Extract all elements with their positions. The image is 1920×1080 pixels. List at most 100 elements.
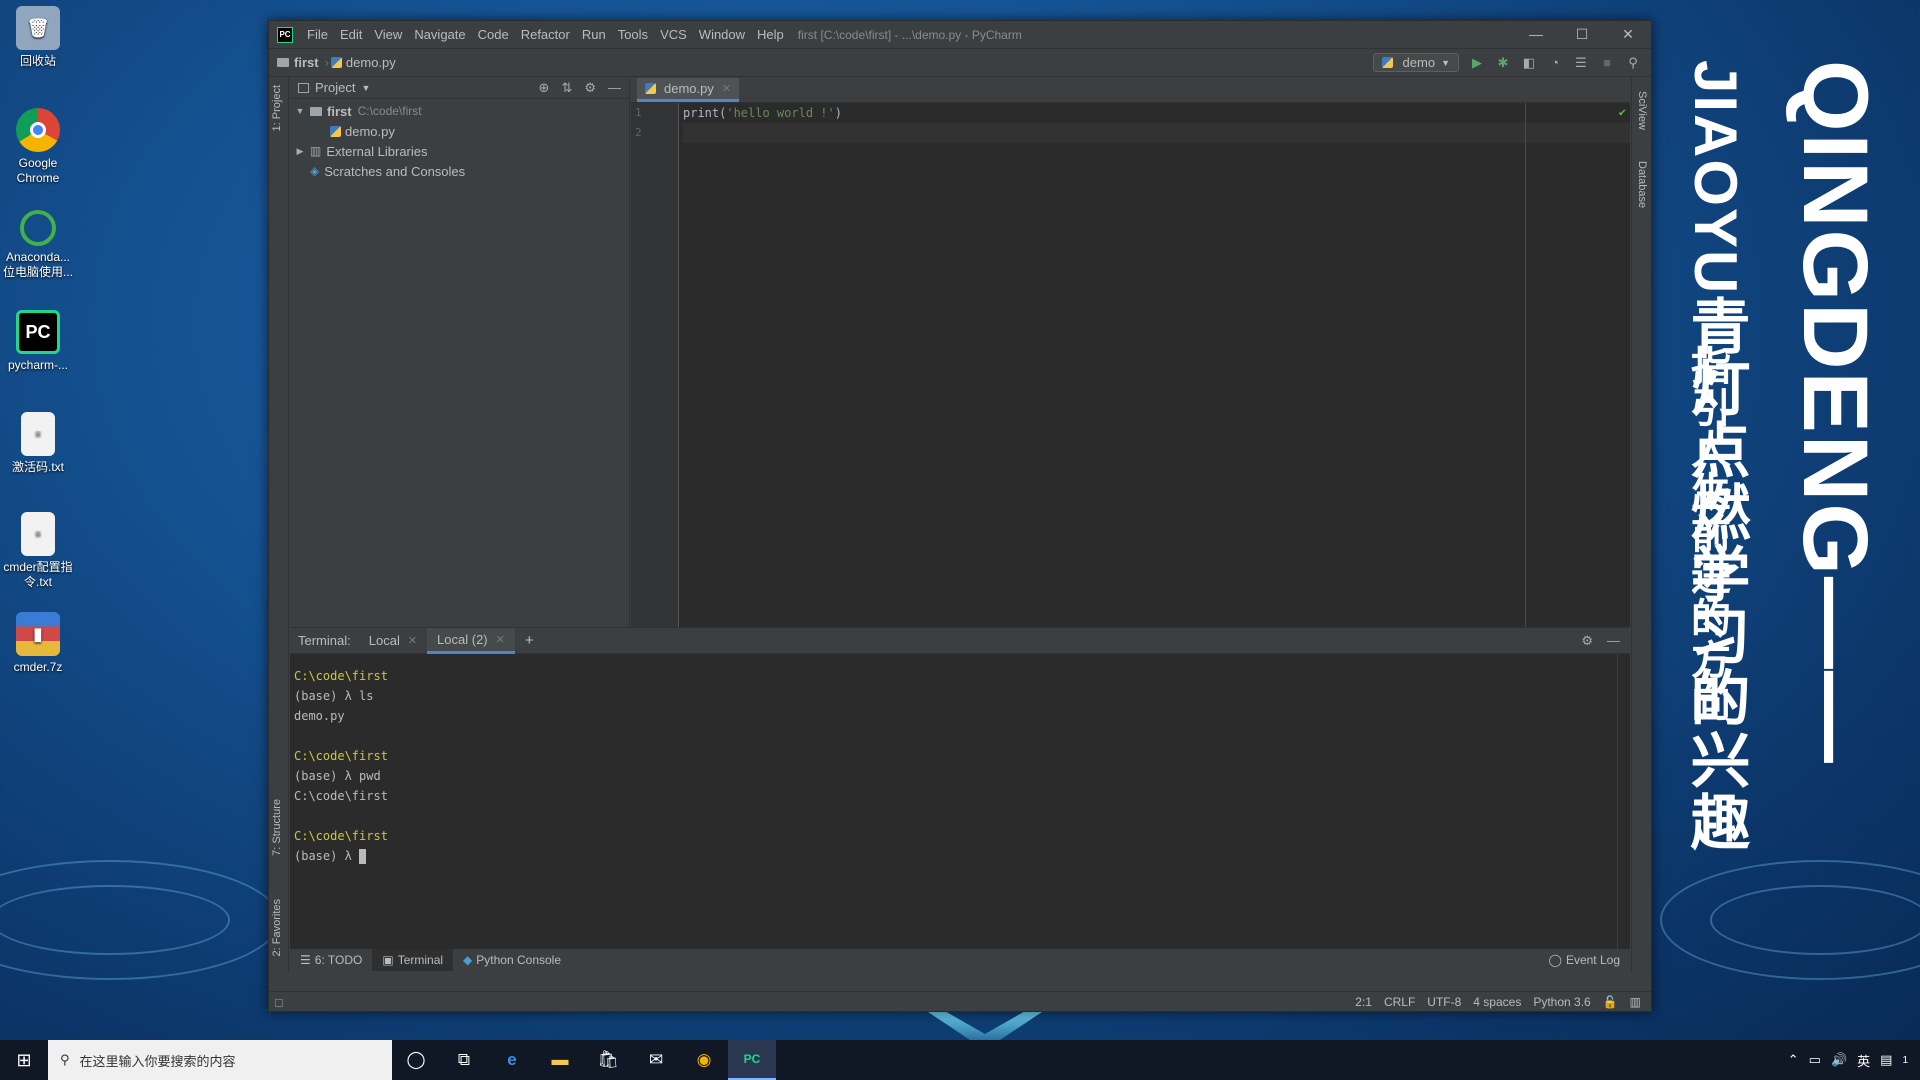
gear-icon[interactable]: ⚙: [1581, 633, 1593, 649]
close-button[interactable]: ✕: [1605, 26, 1651, 43]
desktop-cmder-config-txt[interactable]: ≡ cmder配置指令.txt: [2, 512, 74, 590]
profile-icon[interactable]: ◔: [1547, 55, 1563, 71]
terminal-tools: ⚙ —: [1581, 633, 1630, 649]
terminal-tab-local-2[interactable]: Local (2) ✕: [427, 627, 515, 654]
menu-refactor[interactable]: Refactor: [515, 27, 576, 42]
tree-item-demo-py[interactable]: demo.py: [290, 121, 629, 141]
code-area[interactable]: 1 2 print('hello world !') ✔: [631, 103, 1630, 627]
desktop-pycharm[interactable]: PC pycharm-...: [2, 310, 74, 373]
tool-terminal[interactable]: ▣ Terminal: [372, 949, 454, 971]
chevron-down-icon: ▼: [1441, 57, 1450, 68]
tree-item-scratches[interactable]: ◈ Scratches and Consoles: [290, 161, 629, 181]
interpreter-selector[interactable]: Python 3.6: [1533, 995, 1590, 1009]
desktop-google-chrome[interactable]: Google Chrome: [2, 108, 74, 186]
memory-indicator-icon[interactable]: ▥: [1630, 995, 1641, 1009]
menu-run[interactable]: Run: [576, 27, 612, 42]
notification-icon[interactable]: ▤: [1880, 1052, 1892, 1068]
inspection-ok-icon[interactable]: ✔: [1619, 105, 1626, 119]
breadcrumb-project[interactable]: first: [294, 55, 319, 70]
coverage-icon[interactable]: ◧: [1521, 55, 1537, 71]
pycharm-taskbar-icon[interactable]: PC: [728, 1040, 776, 1080]
run-toolbar: demo ▼ ▶ ✱ ◧ ◔ ☰ ■ ⚲: [1372, 53, 1651, 72]
terminal-prompt: (base) λ: [294, 849, 360, 863]
run-icon[interactable]: ▶: [1469, 55, 1485, 71]
hide-icon[interactable]: —: [608, 80, 621, 96]
volume-icon[interactable]: 🔊: [1831, 1052, 1847, 1068]
indent-setting[interactable]: 4 spaces: [1473, 995, 1521, 1009]
menu-code[interactable]: Code: [472, 27, 515, 42]
toggle-tool-windows-icon[interactable]: ◻: [269, 995, 289, 1009]
chrome-taskbar-icon[interactable]: ◉: [680, 1040, 728, 1080]
pycharm-window: PC File Edit View Navigate Code Refactor…: [268, 20, 1652, 1012]
close-icon[interactable]: ✕: [722, 82, 731, 95]
terminal-tab-local[interactable]: Local ✕: [359, 628, 427, 654]
status-items: 2:1 CRLF UTF-8 4 spaces Python 3.6 🔓 ▥: [1355, 995, 1651, 1009]
desktop-activation-txt[interactable]: ≡ 激活码.txt: [2, 412, 74, 475]
tab-structure[interactable]: 7: Structure: [271, 799, 283, 856]
python-file-icon: [330, 57, 342, 68]
stop-icon[interactable]: ■: [1599, 55, 1615, 71]
menu-window[interactable]: Window: [693, 27, 751, 42]
menu-help[interactable]: Help: [751, 27, 790, 42]
menu-edit[interactable]: Edit: [334, 27, 368, 42]
menu-navigate[interactable]: Navigate: [408, 27, 471, 42]
run-config-select[interactable]: demo ▼: [1372, 53, 1459, 72]
network-icon[interactable]: ▭: [1809, 1052, 1821, 1068]
editor-tab-bar: demo.py ✕: [631, 77, 1630, 103]
desktop-anaconda[interactable]: Anaconda... 位电脑使用...: [2, 210, 74, 280]
code-line: print('hello world !'): [683, 103, 1630, 123]
task-view-icon[interactable]: ⧉: [440, 1040, 488, 1080]
menu-file[interactable]: File: [301, 27, 334, 42]
tab-database[interactable]: Database: [1636, 161, 1648, 208]
close-icon[interactable]: ✕: [408, 634, 417, 647]
locate-icon[interactable]: ⊕: [539, 80, 550, 96]
terminal-scrollbar[interactable]: [1617, 654, 1618, 949]
breadcrumb-file[interactable]: demo.py: [346, 55, 396, 70]
file-encoding[interactable]: UTF-8: [1427, 995, 1461, 1009]
tree-item-first[interactable]: ▼ first C:\code\first: [290, 101, 629, 121]
expand-arrow-icon[interactable]: ▶: [294, 146, 306, 157]
tool-python-console[interactable]: ◆ Python Console: [453, 949, 571, 971]
edge-browser-icon[interactable]: e: [488, 1040, 536, 1080]
hide-icon[interactable]: —: [1607, 633, 1620, 649]
tool-event-log[interactable]: ◯ Event Log: [1539, 949, 1630, 971]
debug-icon[interactable]: ✱: [1495, 55, 1511, 71]
tool-todo[interactable]: ☰ 6: TODO: [290, 949, 372, 971]
expand-arrow-icon[interactable]: ▼: [294, 106, 306, 116]
gear-icon[interactable]: ⚙: [584, 80, 596, 96]
concurrency-icon[interactable]: ☰: [1573, 55, 1589, 71]
slogan-column-1: QINGDENG——: [1784, 60, 1886, 765]
file-explorer-icon[interactable]: ▬: [536, 1040, 584, 1080]
taskbar-search-box[interactable]: ⚲ 在这里输入你要搜索的内容: [48, 1040, 392, 1080]
desktop-cmder-7z[interactable]: ▮ cmder.7z: [2, 612, 74, 675]
editor-tab-demo-py[interactable]: demo.py ✕: [637, 78, 740, 102]
search-icon[interactable]: ⚲: [1625, 55, 1641, 71]
maximize-button[interactable]: ☐: [1559, 26, 1605, 43]
menu-tools[interactable]: Tools: [612, 27, 654, 42]
tab-sciview[interactable]: SciView: [1636, 91, 1648, 130]
chevron-up-icon[interactable]: ⌃: [1788, 1052, 1799, 1068]
terminal-output[interactable]: C:\code\first (base) λ ls demo.py C:\cod…: [290, 654, 1630, 878]
code-token: ): [834, 106, 842, 120]
project-view-selector[interactable]: Project: [315, 80, 355, 95]
close-icon[interactable]: ✕: [496, 633, 505, 646]
menu-vcs[interactable]: VCS: [654, 27, 693, 42]
tab-project[interactable]: 1: Project: [271, 85, 283, 131]
tree-item-external-libraries[interactable]: ▶ ▥ External Libraries: [290, 141, 629, 161]
input-language[interactable]: 英: [1857, 1051, 1870, 1070]
windows-start-button[interactable]: ⊞: [0, 1040, 48, 1080]
cursor-position[interactable]: 2:1: [1355, 995, 1372, 1009]
minimize-button[interactable]: —: [1513, 26, 1559, 43]
cortana-icon[interactable]: ◯: [392, 1040, 440, 1080]
line-number: 2: [635, 126, 642, 139]
desktop-recycle-bin[interactable]: 🗑 回收站: [2, 6, 74, 69]
tab-favorites[interactable]: 2: Favorites: [271, 899, 283, 956]
menu-view[interactable]: View: [368, 27, 408, 42]
lock-icon[interactable]: 🔓: [1603, 995, 1618, 1009]
taskbar-search-placeholder: 在这里输入你要搜索的内容: [79, 1053, 236, 1069]
line-separator[interactable]: CRLF: [1384, 995, 1415, 1009]
collapse-all-icon[interactable]: ⇅: [561, 80, 572, 96]
store-icon[interactable]: 🛍: [584, 1040, 632, 1080]
mail-icon[interactable]: ✉: [632, 1040, 680, 1080]
new-terminal-button[interactable]: +: [515, 632, 544, 649]
